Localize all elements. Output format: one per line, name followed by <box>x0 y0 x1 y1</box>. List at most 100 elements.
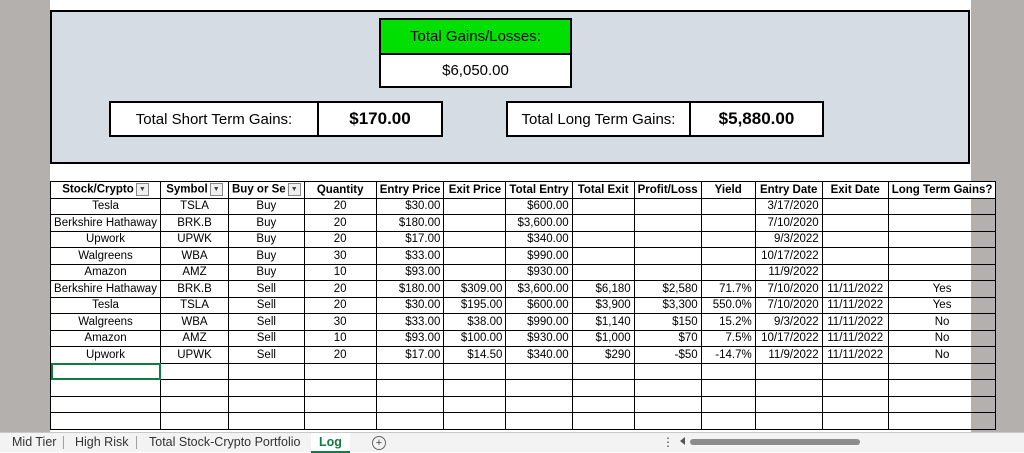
header-entry-date[interactable]: Entry Date <box>754 181 823 199</box>
entry-date-cell[interactable]: 9/3/2022 <box>754 230 823 248</box>
quantity-cell[interactable]: 20 <box>303 346 377 364</box>
symbol-cell[interactable]: WBA <box>160 247 229 265</box>
long-term-gains-value[interactable]: $5,880.00 <box>689 101 824 137</box>
stock-cell[interactable]: Berkshire Hathaway <box>50 280 161 298</box>
empty-cell[interactable] <box>160 412 229 430</box>
yield-cell[interactable]: 71.7% <box>700 280 756 298</box>
empty-cell[interactable] <box>50 362 161 380</box>
empty-cell[interactable] <box>571 379 635 397</box>
header-stock-crypto[interactable]: Stock/Crypto ▼ <box>50 181 161 199</box>
buy-sell-cell[interactable]: Sell <box>228 329 305 347</box>
total-exit-cell[interactable]: $3,900 <box>571 296 635 314</box>
empty-cell[interactable] <box>443 362 507 380</box>
empty-cell[interactable] <box>633 362 702 380</box>
buy-sell-cell[interactable]: Buy <box>228 230 305 248</box>
quantity-cell[interactable]: 20 <box>303 230 377 248</box>
quantity-cell[interactable]: 20 <box>303 197 377 215</box>
empty-cell[interactable] <box>303 412 377 430</box>
symbol-cell[interactable]: AMZ <box>160 329 229 347</box>
empty-cell[interactable] <box>160 395 229 413</box>
total-exit-cell[interactable] <box>571 214 635 232</box>
yield-cell[interactable] <box>700 197 756 215</box>
exit-price-cell[interactable]: $100.00 <box>443 329 507 347</box>
empty-cell[interactable] <box>821 412 889 430</box>
exit-date-cell[interactable] <box>821 230 889 248</box>
total-entry-cell[interactable]: $990.00 <box>505 247 573 265</box>
empty-cell[interactable] <box>821 362 889 380</box>
long-term-gains-label[interactable]: Total Long Term Gains: <box>506 101 691 137</box>
stock-cell[interactable]: Berkshire Hathaway <box>50 214 161 232</box>
add-sheet-icon[interactable]: + <box>372 436 386 450</box>
total-exit-cell[interactable]: $290 <box>571 346 635 364</box>
empty-cell[interactable] <box>50 379 161 397</box>
entry-price-cell[interactable]: $33.00 <box>375 313 445 331</box>
header-yield[interactable]: Yield <box>700 181 756 199</box>
empty-cell[interactable] <box>887 379 997 397</box>
empty-cell[interactable] <box>754 412 823 430</box>
exit-price-cell[interactable]: $14.50 <box>443 346 507 364</box>
short-term-gains-value[interactable]: $170.00 <box>317 101 443 137</box>
quantity-cell[interactable]: 10 <box>303 329 377 347</box>
header-total-exit[interactable]: Total Exit <box>571 181 635 199</box>
empty-cell[interactable] <box>821 395 889 413</box>
filter-dropdown-icon[interactable]: ▼ <box>209 183 223 197</box>
stock-cell[interactable]: Upwork <box>50 346 161 364</box>
total-exit-cell[interactable]: $6,180 <box>571 280 635 298</box>
short-term-gains-label[interactable]: Total Short Term Gains: <box>109 101 319 137</box>
symbol-cell[interactable]: BRK.B <box>160 214 229 232</box>
buy-sell-cell[interactable]: Sell <box>228 280 305 298</box>
empty-cell[interactable] <box>505 412 573 430</box>
empty-cell[interactable] <box>505 362 573 380</box>
stock-cell[interactable]: Upwork <box>50 230 161 248</box>
entry-price-cell[interactable]: $30.00 <box>375 197 445 215</box>
symbol-cell[interactable]: WBA <box>160 313 229 331</box>
quantity-cell[interactable]: 30 <box>303 313 377 331</box>
entry-price-cell[interactable]: $180.00 <box>375 214 445 232</box>
profit-loss-cell[interactable] <box>633 263 702 281</box>
long-term-gains-cell[interactable] <box>887 247 997 265</box>
yield-cell[interactable]: 7.5% <box>700 329 756 347</box>
empty-cell[interactable] <box>303 395 377 413</box>
empty-cell[interactable] <box>443 379 507 397</box>
total-entry-cell[interactable]: $930.00 <box>505 329 573 347</box>
horizontal-scrollbar-thumb[interactable] <box>690 439 860 445</box>
scroll-left-icon[interactable] <box>680 437 685 445</box>
empty-cell[interactable] <box>160 362 229 380</box>
profit-loss-cell[interactable]: $150 <box>633 313 702 331</box>
buy-sell-cell[interactable]: Sell <box>228 313 305 331</box>
empty-cell[interactable] <box>228 412 305 430</box>
exit-date-cell[interactable]: 11/11/2022 <box>821 346 889 364</box>
entry-price-cell[interactable]: $17.00 <box>375 230 445 248</box>
empty-cell[interactable] <box>505 395 573 413</box>
total-entry-cell[interactable]: $600.00 <box>505 296 573 314</box>
profit-loss-cell[interactable] <box>633 247 702 265</box>
long-term-gains-cell[interactable]: No <box>887 329 997 347</box>
empty-cell[interactable] <box>375 379 445 397</box>
total-entry-cell[interactable]: $930.00 <box>505 263 573 281</box>
total-entry-cell[interactable]: $3,600.00 <box>505 214 573 232</box>
yield-cell[interactable] <box>700 214 756 232</box>
symbol-cell[interactable]: UPWK <box>160 346 229 364</box>
profit-loss-cell[interactable]: $3,300 <box>633 296 702 314</box>
empty-cell[interactable] <box>375 395 445 413</box>
entry-price-cell[interactable]: $33.00 <box>375 247 445 265</box>
buy-sell-cell[interactable]: Sell <box>228 296 305 314</box>
entry-date-cell[interactable]: 7/10/2020 <box>754 214 823 232</box>
exit-price-cell[interactable]: $195.00 <box>443 296 507 314</box>
empty-cell[interactable] <box>50 395 161 413</box>
tab-mid-tier[interactable]: Mid Tier <box>12 433 56 451</box>
buy-sell-cell[interactable]: Buy <box>228 247 305 265</box>
long-term-gains-cell[interactable] <box>887 230 997 248</box>
exit-date-cell[interactable] <box>821 263 889 281</box>
symbol-cell[interactable]: AMZ <box>160 263 229 281</box>
entry-date-cell[interactable]: 3/17/2020 <box>754 197 823 215</box>
header-exit-price[interactable]: Exit Price <box>443 181 507 199</box>
empty-cell[interactable] <box>375 362 445 380</box>
buy-sell-cell[interactable]: Buy <box>228 214 305 232</box>
profit-loss-cell[interactable] <box>633 197 702 215</box>
quantity-cell[interactable]: 20 <box>303 280 377 298</box>
total-exit-cell[interactable] <box>571 263 635 281</box>
long-term-gains-cell[interactable] <box>887 197 997 215</box>
empty-cell[interactable] <box>160 379 229 397</box>
empty-cell[interactable] <box>443 395 507 413</box>
